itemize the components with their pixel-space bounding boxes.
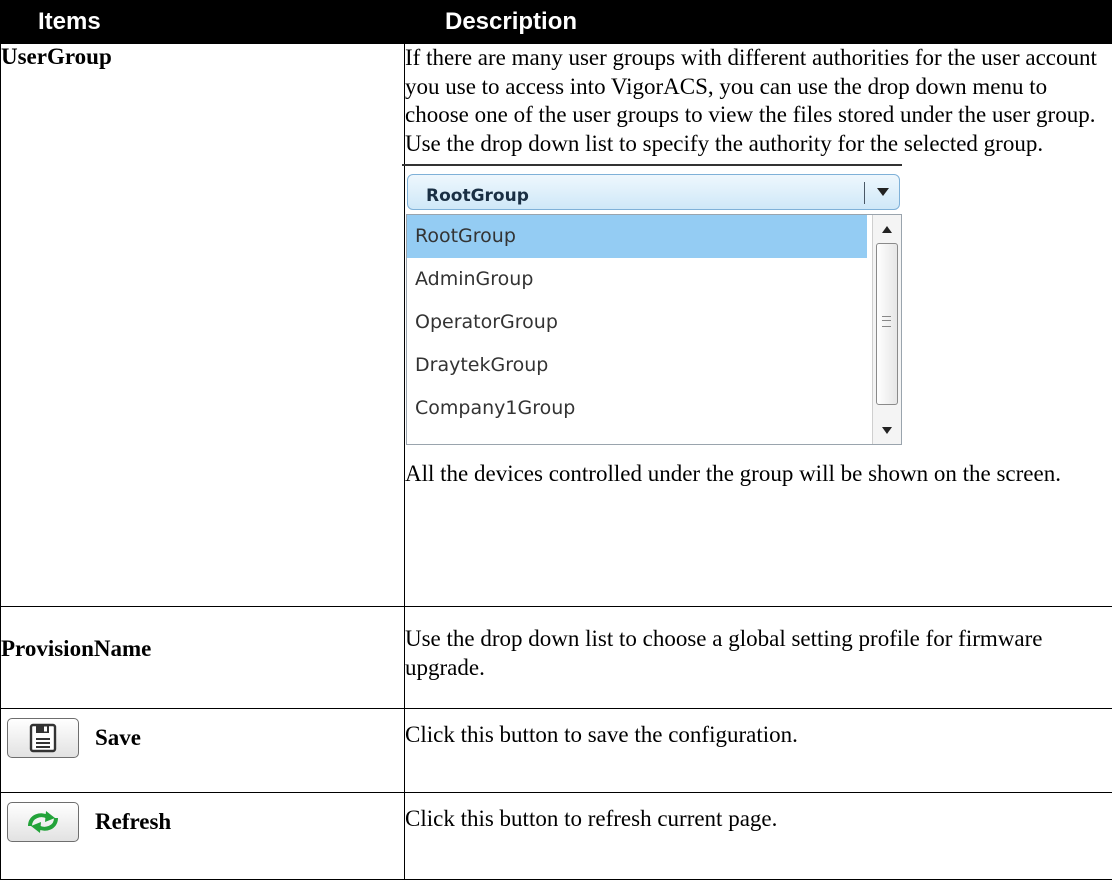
option-draytekgroup[interactable]: DraytekGroup bbox=[407, 344, 867, 387]
save-label: Save bbox=[95, 725, 141, 751]
table-row: ProvisionName Use the drop down list to … bbox=[1, 607, 1112, 709]
scroll-thumb[interactable] bbox=[876, 243, 898, 405]
header-description: Description bbox=[405, 1, 1112, 44]
usergroup-select[interactable]: RootGroup bbox=[407, 174, 900, 210]
item-refresh-cell: Refresh bbox=[1, 793, 405, 880]
scroll-up-icon[interactable] bbox=[882, 226, 892, 233]
table-row: Refresh Click this button to refresh cur… bbox=[1, 793, 1112, 880]
usergroup-options-list: RootGroup AdminGroup OperatorGroup Drayt… bbox=[406, 214, 902, 445]
option-admingroup[interactable]: AdminGroup bbox=[407, 258, 867, 301]
item-provisionname: ProvisionName bbox=[1, 607, 405, 709]
grip-icon bbox=[882, 316, 891, 327]
usergroup-selected-value: RootGroup bbox=[426, 182, 529, 211]
option-operatorgroup[interactable]: OperatorGroup bbox=[407, 301, 867, 344]
refresh-button[interactable] bbox=[7, 802, 79, 842]
save-button[interactable] bbox=[7, 718, 79, 758]
option-rootgroup[interactable]: RootGroup bbox=[407, 215, 867, 258]
header-items: Items bbox=[1, 1, 405, 44]
usergroup-note: All the devices controlled under the gro… bbox=[405, 460, 1112, 489]
table-header-row: Items Description bbox=[1, 1, 1112, 44]
options-scrollbar[interactable] bbox=[872, 215, 901, 444]
usergroup-dropdown-screenshot: RootGroup RootGroup AdminGroup OperatorG… bbox=[402, 164, 902, 450]
item-usergroup: UserGroup bbox=[1, 44, 405, 607]
divider bbox=[402, 164, 902, 166]
refresh-label: Refresh bbox=[95, 809, 171, 835]
save-description: Click this button to save the configurat… bbox=[405, 709, 1112, 793]
item-save-cell: Save bbox=[1, 709, 405, 793]
chevron-down-icon[interactable] bbox=[877, 188, 889, 196]
refresh-description: Click this button to refresh current pag… bbox=[405, 793, 1112, 880]
refresh-icon bbox=[25, 809, 61, 835]
items-description-table: Items Description UserGroup If there are… bbox=[0, 0, 1112, 880]
usergroup-description: If there are many user groups with diffe… bbox=[405, 44, 1112, 158]
save-icon bbox=[29, 723, 57, 753]
table-row: UserGroup If there are many user groups … bbox=[1, 44, 1112, 607]
scroll-down-icon[interactable] bbox=[882, 427, 892, 434]
description-cell: If there are many user groups with diffe… bbox=[405, 44, 1112, 607]
select-separator bbox=[864, 182, 865, 204]
table-row: Save Click this button to save the confi… bbox=[1, 709, 1112, 793]
provisionname-description: Use the drop down list to choose a globa… bbox=[405, 607, 1112, 709]
option-company1group[interactable]: Company1Group bbox=[407, 387, 867, 430]
